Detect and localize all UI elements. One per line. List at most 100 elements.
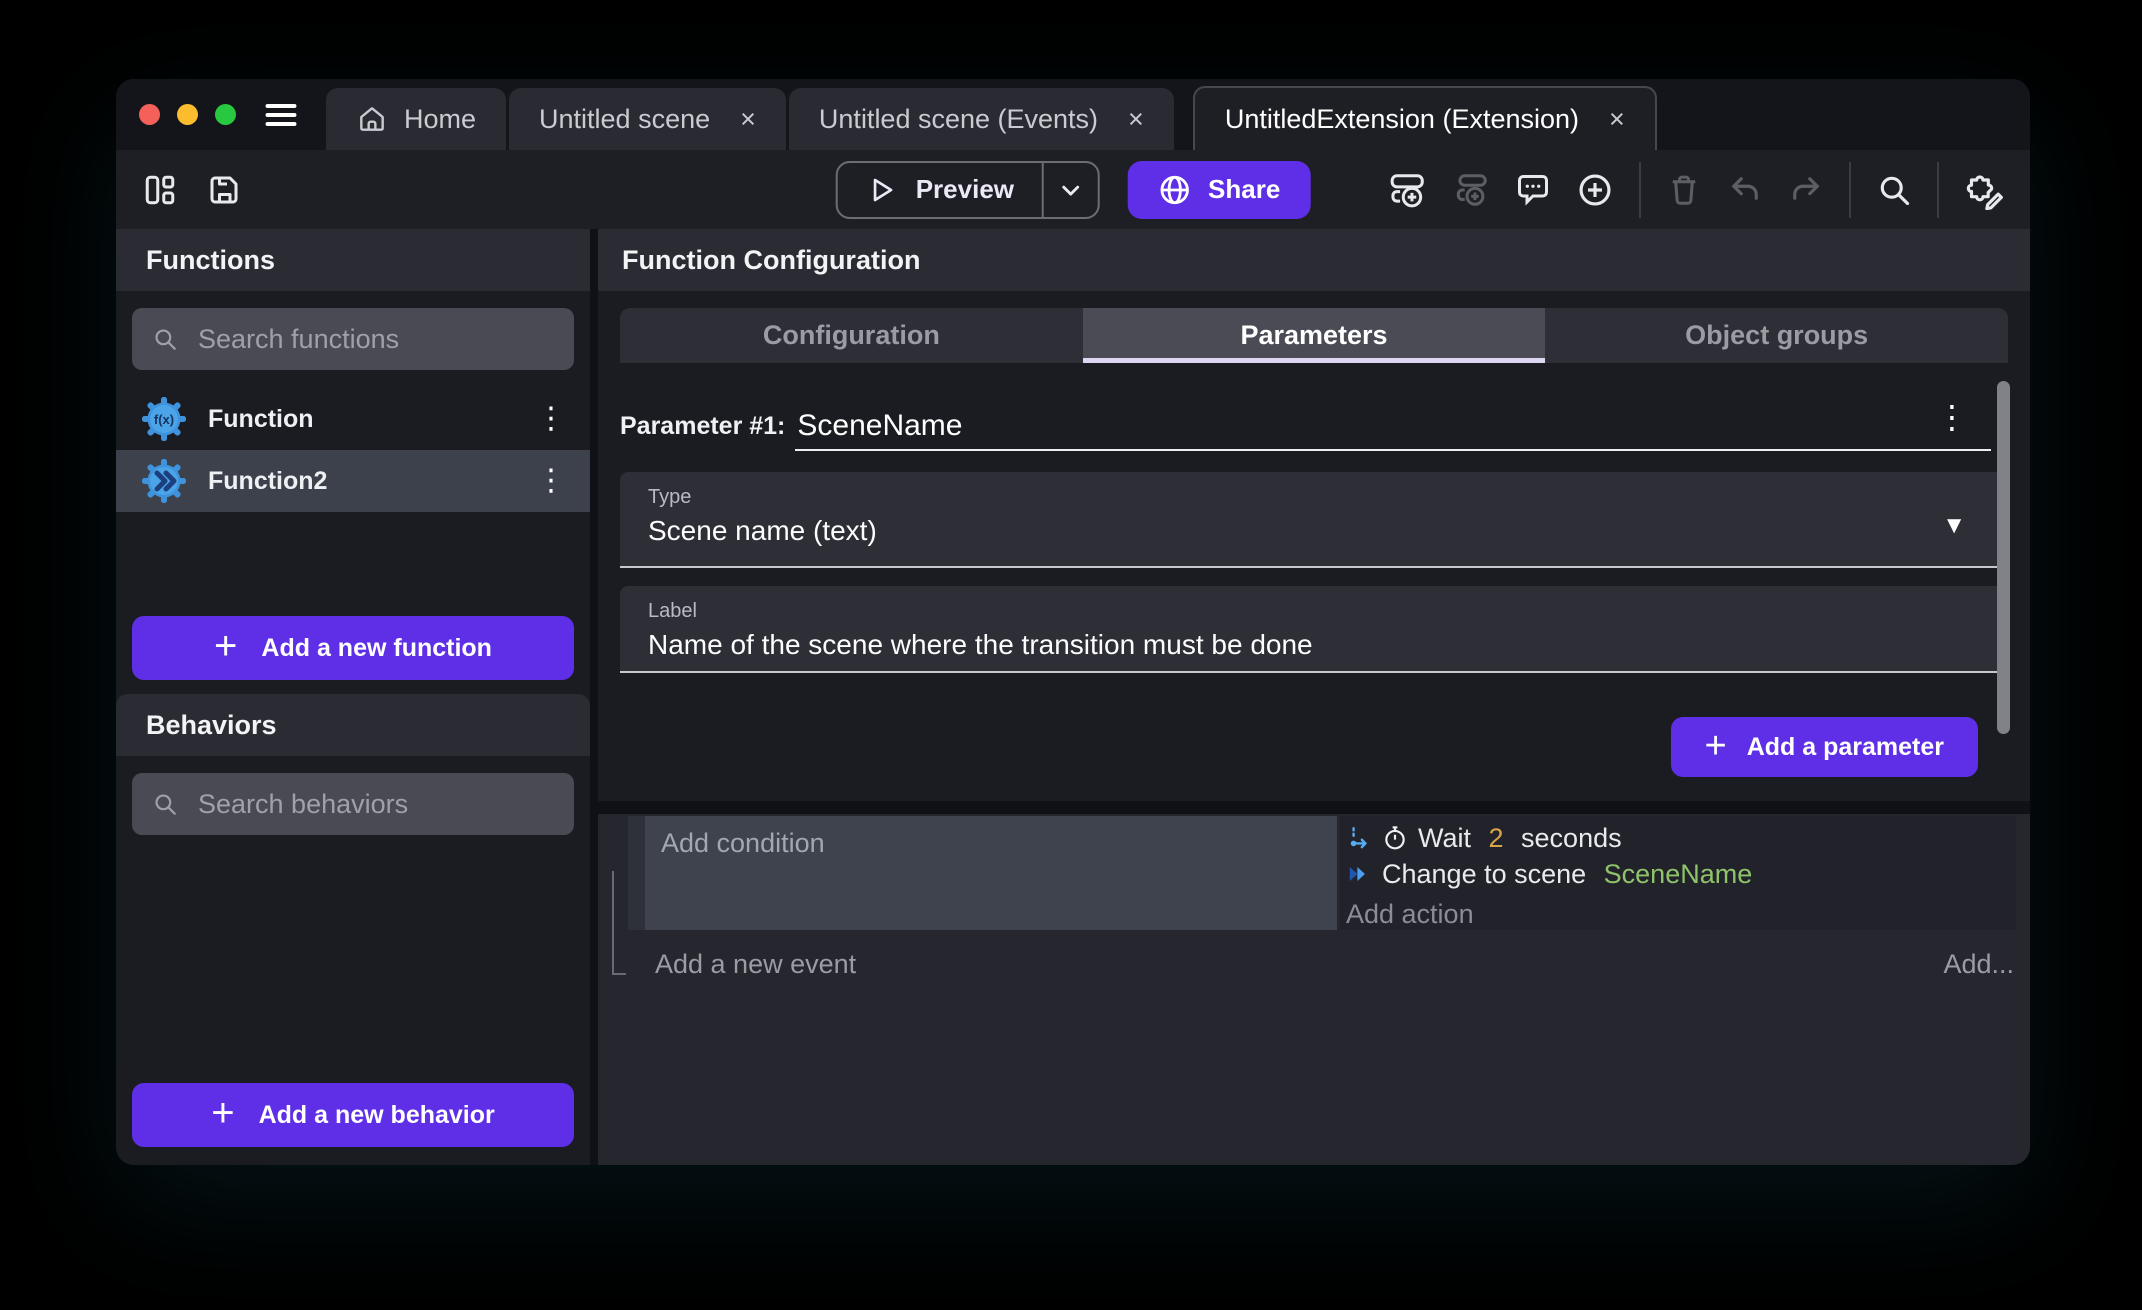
search-functions-box[interactable] [132, 308, 574, 370]
close-window-button[interactable] [139, 104, 160, 125]
action-value: SceneName [1604, 859, 1753, 890]
function-configuration-panel: Configuration Parameters Object groups P… [598, 291, 2030, 801]
action-value: 2 [1489, 823, 1504, 854]
behaviors-section-header: Behaviors [116, 694, 590, 756]
tab-label: Parameters [1240, 320, 1387, 351]
search-behaviors-box[interactable] [132, 773, 574, 835]
action-text: Wait [1418, 823, 1479, 854]
add-function-button[interactable]: + Add a new function [132, 616, 574, 680]
preview-split-button: Preview [836, 161, 1100, 219]
tab-strip: Home Untitled scene × Untitled scene (Ev… [326, 79, 1657, 150]
add-parameter-button[interactable]: + Add a parameter [1671, 717, 1979, 777]
play-icon [866, 174, 898, 206]
search-icon [152, 789, 178, 819]
add-action-link[interactable]: Add action [1346, 897, 2016, 931]
kebab-menu-icon[interactable]: ⋮ [536, 404, 566, 434]
sidebar: Functions f(x) Function ⋮ [116, 229, 590, 1165]
parameter-kebab-menu-icon[interactable]: ⋮ [1936, 401, 1968, 433]
trash-icon [1666, 172, 1702, 208]
parameter-name-input[interactable] [795, 409, 1991, 451]
search-events-button[interactable] [1876, 172, 1912, 208]
preview-options-button[interactable] [1042, 163, 1098, 217]
add-function-label: Add a new function [261, 634, 492, 663]
panel-title-bar: Function Configuration [598, 229, 2030, 291]
preview-button[interactable]: Preview [838, 163, 1042, 217]
app-window: Home Untitled scene × Untitled scene (Ev… [116, 79, 2030, 1165]
tab-untitled-scene-events[interactable]: Untitled scene (Events) × [789, 88, 1174, 150]
maximize-window-button[interactable] [215, 104, 236, 125]
tab-label: Untitled scene (Events) [819, 104, 1098, 135]
main-panel: Function Configuration Configuration Par… [598, 229, 2030, 1165]
parameter-row: Parameter #1: ⋮ [620, 397, 2008, 451]
tab-untitled-extension[interactable]: UntitledExtension (Extension) × [1193, 86, 1657, 150]
add-behavior-button[interactable]: + Add a new behavior [132, 1083, 574, 1147]
open-project-manager-button[interactable] [142, 172, 178, 208]
add-behavior-label: Add a new behavior [259, 1101, 495, 1130]
tab-object-groups[interactable]: Object groups [1545, 308, 2008, 363]
share-label: Share [1208, 174, 1280, 205]
preview-label: Preview [916, 174, 1014, 205]
tab-home[interactable]: Home [326, 88, 506, 150]
event-bracket [612, 871, 626, 975]
search-behaviors-input[interactable] [196, 788, 554, 821]
function-list-item-selected[interactable]: Function2 ⋮ [116, 450, 590, 512]
plus-icon: + [214, 626, 237, 666]
panel-title: Function Configuration [622, 245, 920, 276]
wait-action-row[interactable]: Wait 2 seconds [1346, 821, 2016, 855]
menu-icon[interactable] [262, 100, 300, 130]
tab-configuration[interactable]: Configuration [620, 308, 1083, 363]
redo-button[interactable] [1788, 172, 1824, 208]
add-subevent-button[interactable] [1452, 171, 1490, 209]
plus-icon: + [1705, 727, 1727, 765]
toolbar-divider [1849, 162, 1851, 218]
scrollbar[interactable] [1997, 381, 2010, 734]
tab-parameters[interactable]: Parameters [1083, 308, 1546, 363]
add-subevent-icon [1452, 171, 1490, 209]
add-new-event-link[interactable]: Add a new event [655, 949, 856, 980]
async-icon [1346, 825, 1372, 851]
toolbar-divider [1639, 162, 1641, 218]
chevron-down-icon [1057, 176, 1085, 204]
close-icon[interactable]: × [1609, 104, 1625, 135]
type-select[interactable]: Type Scene name (text) ▼ [620, 472, 2008, 568]
event-handle[interactable] [628, 816, 645, 930]
share-button[interactable]: Share [1128, 161, 1310, 219]
add-condition-area[interactable]: Add condition [645, 816, 1337, 930]
tab-untitled-scene[interactable]: Untitled scene × [509, 88, 786, 150]
toolbar-divider [1937, 162, 1939, 218]
behaviors-list-empty-space [116, 835, 590, 1083]
tab-label: Object groups [1685, 320, 1868, 351]
kebab-menu-icon[interactable]: ⋮ [536, 466, 566, 496]
extension-edit-icon [1964, 170, 2004, 210]
change-scene-icon [1346, 861, 1372, 887]
add-event-button[interactable] [1389, 171, 1427, 209]
behaviors-title: Behaviors [146, 710, 277, 741]
change-scene-action-row[interactable]: Change to scene SceneName [1346, 857, 2016, 891]
add-more-link[interactable]: Add... [1943, 949, 2014, 980]
tab-label: Configuration [763, 320, 940, 351]
search-icon [1876, 172, 1912, 208]
add-comment-button[interactable] [1515, 172, 1551, 208]
search-functions-input[interactable] [196, 323, 554, 356]
layout-panels-icon [142, 172, 178, 208]
save-button[interactable] [206, 172, 242, 208]
close-icon[interactable]: × [740, 104, 756, 135]
type-field-label: Type [648, 486, 2008, 509]
function-name: Function [208, 405, 314, 434]
undo-button[interactable] [1727, 172, 1763, 208]
label-field-value: Name of the scene where the transition m… [648, 629, 2008, 661]
close-icon[interactable]: × [1128, 104, 1144, 135]
parameter-label: Parameter #1: [620, 412, 785, 451]
add-element-button[interactable] [1576, 171, 1614, 209]
function-list-item[interactable]: f(x) Function ⋮ [116, 388, 590, 450]
edit-extension-button[interactable] [1964, 170, 2004, 210]
undo-icon [1727, 172, 1763, 208]
label-text-field[interactable]: Label Name of the scene where the transi… [620, 586, 2008, 673]
delete-button[interactable] [1666, 172, 1702, 208]
minimize-window-button[interactable] [177, 104, 198, 125]
globe-icon [1158, 173, 1192, 207]
tab-label: Untitled scene [539, 104, 710, 135]
functions-list-empty-space [116, 512, 590, 616]
tab-label: Home [404, 104, 476, 135]
toolbar-left-group [142, 172, 242, 208]
